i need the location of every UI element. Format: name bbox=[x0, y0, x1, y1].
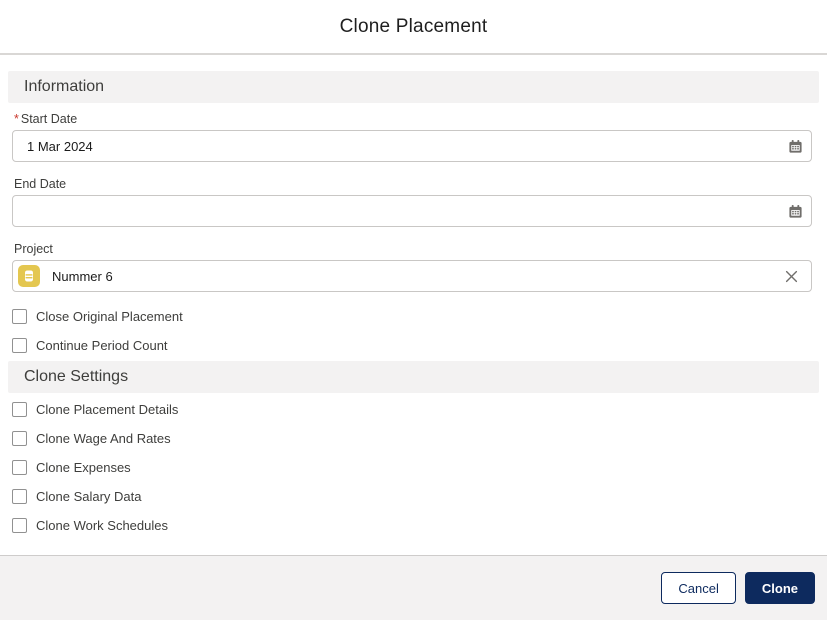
checkbox-row-close-original-placement: Close Original Placement bbox=[12, 309, 815, 324]
project-field: Project Nummer 6 bbox=[12, 242, 815, 292]
calendar-icon[interactable] bbox=[787, 138, 803, 154]
checkbox-row-clone-salary-data: Clone Salary Data bbox=[12, 489, 815, 504]
end-date-field: End Date bbox=[12, 177, 815, 227]
section-header-information-label: Information bbox=[24, 78, 105, 95]
checkbox-row-clone-placement-details: Clone Placement Details bbox=[12, 402, 815, 417]
start-date-field: * Start Date bbox=[12, 112, 815, 162]
clone-placement-details-label: Clone Placement Details bbox=[36, 402, 179, 417]
start-date-input[interactable] bbox=[12, 130, 812, 162]
project-label: Project bbox=[14, 242, 815, 256]
start-date-label: * Start Date bbox=[14, 112, 815, 126]
checkbox-row-clone-expenses: Clone Expenses bbox=[12, 460, 815, 475]
clone-wage-and-rates-label: Clone Wage And Rates bbox=[36, 431, 171, 446]
clone-salary-data-checkbox[interactable] bbox=[12, 489, 27, 504]
required-asterisk: * bbox=[14, 112, 19, 126]
continue-period-count-label: Continue Period Count bbox=[36, 338, 168, 353]
modal-header: Clone Placement bbox=[0, 0, 827, 55]
clone-wage-and-rates-checkbox[interactable] bbox=[12, 431, 27, 446]
checkbox-row-continue-period-count: Continue Period Count bbox=[12, 338, 815, 353]
end-date-label: End Date bbox=[14, 177, 815, 191]
section-header-clone-settings-label: Clone Settings bbox=[24, 368, 129, 385]
end-date-label-text: End Date bbox=[14, 177, 67, 191]
clone-button[interactable]: Clone bbox=[744, 572, 815, 604]
close-original-placement-label: Close Original Placement bbox=[36, 309, 183, 324]
clone-placement-modal: Clone Placement Information *Start Date bbox=[0, 0, 827, 620]
clone-expenses-label: Clone Expenses bbox=[36, 460, 131, 475]
modal-title: Clone Placement bbox=[339, 15, 488, 37]
continue-period-count-checkbox[interactable] bbox=[12, 338, 27, 353]
calendar-icon[interactable] bbox=[787, 203, 803, 219]
start-date-label-text: Start Date bbox=[20, 112, 78, 126]
close-original-placement-checkbox[interactable] bbox=[12, 309, 27, 324]
cancel-button[interactable]: Cancel bbox=[661, 572, 736, 604]
clone-work-schedules-label: Clone Work Schedules bbox=[36, 518, 168, 533]
end-date-input-wrap bbox=[12, 195, 815, 227]
project-record-icon bbox=[18, 265, 40, 287]
start-date-input-wrap bbox=[12, 130, 815, 162]
end-date-input[interactable] bbox=[12, 195, 812, 227]
project-label-text: Project bbox=[14, 242, 53, 256]
checkbox-row-clone-wage-and-rates: Clone Wage And Rates bbox=[12, 431, 815, 446]
project-lookup-input[interactable]: Nummer 6 bbox=[12, 260, 812, 292]
project-selected-value: Nummer 6 bbox=[52, 268, 113, 284]
modal-footer: Cancel Clone bbox=[0, 555, 827, 620]
clear-x-icon[interactable] bbox=[783, 268, 799, 284]
modal-body: Information * Start Date 1 Mar 2024 End … bbox=[0, 55, 827, 533]
clone-work-schedules-checkbox[interactable] bbox=[12, 518, 27, 533]
clone-salary-data-label: Clone Salary Data bbox=[36, 489, 142, 504]
section-header-clone-settings: Clone Settings bbox=[8, 361, 819, 393]
section-header-information: Information bbox=[8, 71, 819, 103]
clone-expenses-checkbox[interactable] bbox=[12, 460, 27, 475]
clone-placement-details-checkbox[interactable] bbox=[12, 402, 27, 417]
checkbox-row-clone-work-schedules: Clone Work Schedules bbox=[12, 518, 815, 533]
